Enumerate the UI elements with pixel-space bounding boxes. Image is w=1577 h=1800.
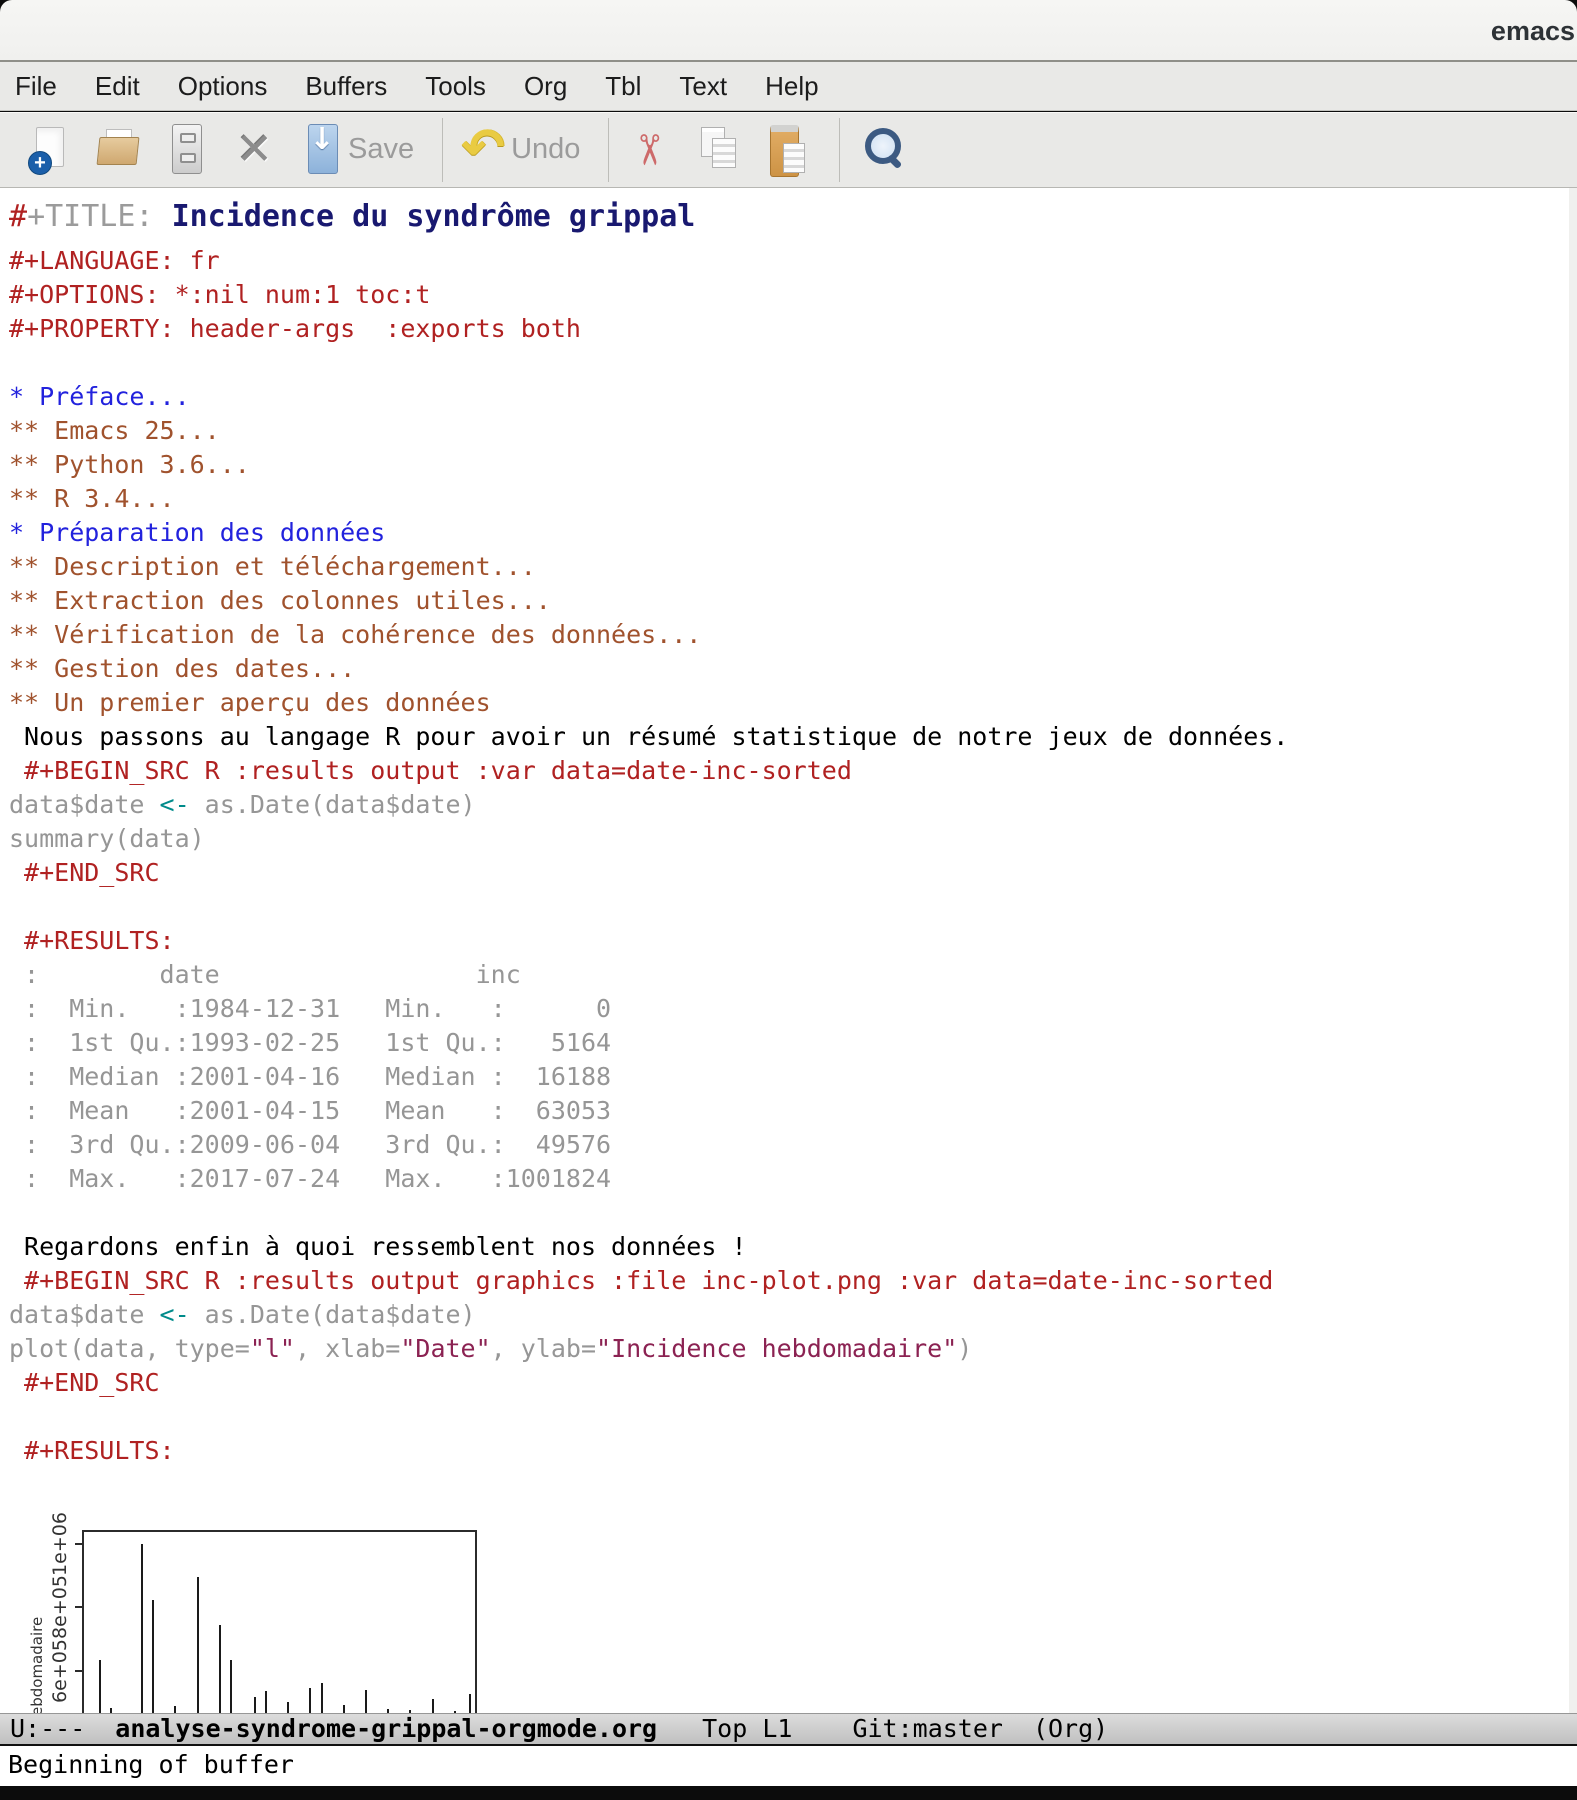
modeline-vc-status: Git:master — [852, 1714, 1003, 1743]
toolbar-separator — [442, 118, 443, 182]
buffer-line: plot(data, type="l", xlab="Date", ylab="… — [9, 1332, 1577, 1366]
modeline-major-mode: (Org) — [1033, 1714, 1108, 1743]
modeline-position: Top L1 — [702, 1714, 792, 1743]
buffer-line: #+RESULTS: — [9, 1434, 1577, 1468]
menu-edit[interactable]: Edit — [76, 62, 159, 111]
buffer-line: : Mean :2001-04-15 Mean : 63053 — [9, 1094, 1577, 1128]
buffer-line: Nous passons au langage R pour avoir un … — [9, 720, 1577, 754]
scrollbar[interactable] — [1569, 188, 1577, 1713]
buffer-line: data$date <- as.Date(data$date) — [9, 1298, 1577, 1332]
new-file-button[interactable] — [26, 117, 74, 183]
buffer-line: summary(data) — [9, 822, 1577, 856]
svg-text:1e+06: 1e+06 — [49, 1512, 71, 1576]
toolbar-separator — [839, 118, 840, 182]
open-folder-icon — [94, 121, 142, 179]
buffer-line: #+END_SRC — [9, 1366, 1577, 1400]
save-icon — [298, 121, 346, 179]
menu-text[interactable]: Text — [660, 62, 746, 111]
cut-icon — [627, 121, 675, 179]
save-label: Save — [348, 133, 414, 166]
svg-text:8e+05: 8e+05 — [49, 1575, 71, 1639]
search-icon — [858, 121, 906, 179]
copy-icon — [695, 121, 743, 179]
buffer-line: #+PROPERTY: header-args :exports both — [9, 312, 1577, 346]
menu-bar: FileEditOptionsBuffersToolsOrgTblTextHel… — [0, 62, 1577, 111]
menu-org[interactable]: Org — [505, 62, 586, 111]
buffer-line — [9, 1400, 1577, 1434]
modeline-buffer-name: analyse-syndrome-grippal-orgmode.org — [115, 1714, 657, 1743]
buffer-line: * Préparation des données — [9, 516, 1577, 550]
open-folder-button[interactable] — [94, 117, 142, 183]
echo-area: Beginning of buffer — [0, 1746, 1577, 1786]
inline-plot: 1e+068e+056e+05ebdomadaire — [18, 1468, 480, 1713]
undo-button[interactable]: Undo — [461, 117, 580, 183]
file-cabinet-button[interactable] — [162, 117, 210, 183]
close-x-button[interactable] — [230, 117, 278, 183]
toolbar: Save Undo — [0, 112, 1577, 188]
buffer-line: * Préface... — [9, 380, 1577, 414]
save-button[interactable]: Save — [298, 117, 414, 183]
undo-icon — [461, 121, 509, 179]
buffer-line: : 3rd Qu.:2009-06-04 3rd Qu.: 49576 — [9, 1128, 1577, 1162]
buffer-line: ** Python 3.6... — [9, 448, 1577, 482]
buffer-line — [9, 890, 1577, 924]
menu-help[interactable]: Help — [746, 62, 837, 111]
copy-button[interactable] — [695, 117, 743, 183]
search-button[interactable] — [858, 117, 906, 183]
buffer-line: #+END_SRC — [9, 856, 1577, 890]
buffer-line: #+OPTIONS: *:nil num:1 toc:t — [9, 278, 1577, 312]
buffer-line: data$date <- as.Date(data$date) — [9, 788, 1577, 822]
new-file-icon — [26, 121, 74, 179]
buffer-line: : Min. :1984-12-31 Min. : 0 — [9, 992, 1577, 1026]
buffer-line: #+TITLE: Incidence du syndrôme grippal — [9, 192, 1577, 244]
buffer-line: ** Un premier aperçu des données — [9, 686, 1577, 720]
buffer-line: #+BEGIN_SRC R :results output graphics :… — [9, 1264, 1577, 1298]
results-plot-image: 1e+068e+056e+05ebdomadaire — [18, 1468, 1577, 1713]
mode-line[interactable]: U:--- analyse-syndrome-grippal-orgmode.or… — [0, 1713, 1577, 1746]
buffer-line: ** Vérification de la cohérence des donn… — [9, 618, 1577, 652]
buffer-line: : 1st Qu.:1993-02-25 1st Qu.: 5164 — [9, 1026, 1577, 1060]
menu-buffers[interactable]: Buffers — [286, 62, 406, 111]
paste-button[interactable] — [763, 117, 811, 183]
buffer-line: Regardons enfin à quoi ressemblent nos d… — [9, 1230, 1577, 1264]
buffer-line — [9, 1196, 1577, 1230]
buffer-line: : date inc — [9, 958, 1577, 992]
editor-buffer[interactable]: #+TITLE: Incidence du syndrôme grippal#+… — [0, 188, 1577, 1713]
buffer-line — [9, 346, 1577, 380]
menu-tools[interactable]: Tools — [406, 62, 505, 111]
buffer-line: #+RESULTS: — [9, 924, 1577, 958]
buffer-line: ** Emacs 25... — [9, 414, 1577, 448]
menu-options[interactable]: Options — [159, 62, 287, 111]
window-title: emacs — [1491, 0, 1575, 60]
menu-file[interactable]: File — [15, 62, 76, 111]
title-bar: emacs — [0, 0, 1577, 62]
buffer-line: ** Extraction des colonnes utiles... — [9, 584, 1577, 618]
undo-label: Undo — [511, 133, 580, 166]
menu-tbl[interactable]: Tbl — [586, 62, 660, 111]
buffer-line: : Max. :2017-07-24 Max. :1001824 — [9, 1162, 1577, 1196]
file-cabinet-icon — [162, 121, 210, 179]
close-x-icon — [230, 121, 278, 179]
svg-text:6e+05: 6e+05 — [49, 1639, 71, 1703]
buffer-line: #+LANGUAGE: fr — [9, 244, 1577, 278]
svg-text:ebdomadaire: ebdomadaire — [28, 1617, 46, 1713]
toolbar-separator — [608, 118, 609, 182]
buffer-line: : Median :2001-04-16 Median : 16188 — [9, 1060, 1577, 1094]
cut-button[interactable] — [627, 117, 675, 183]
buffer-line: ** Gestion des dates... — [9, 652, 1577, 686]
buffer-text: #+TITLE: Incidence du syndrôme grippal#+… — [0, 188, 1577, 1468]
modeline-flags: U:--- — [10, 1714, 85, 1743]
buffer-line: #+BEGIN_SRC R :results output :var data=… — [9, 754, 1577, 788]
buffer-line: ** Description et téléchargement... — [9, 550, 1577, 584]
buffer-line: ** R 3.4... — [9, 482, 1577, 516]
paste-icon — [763, 121, 811, 179]
